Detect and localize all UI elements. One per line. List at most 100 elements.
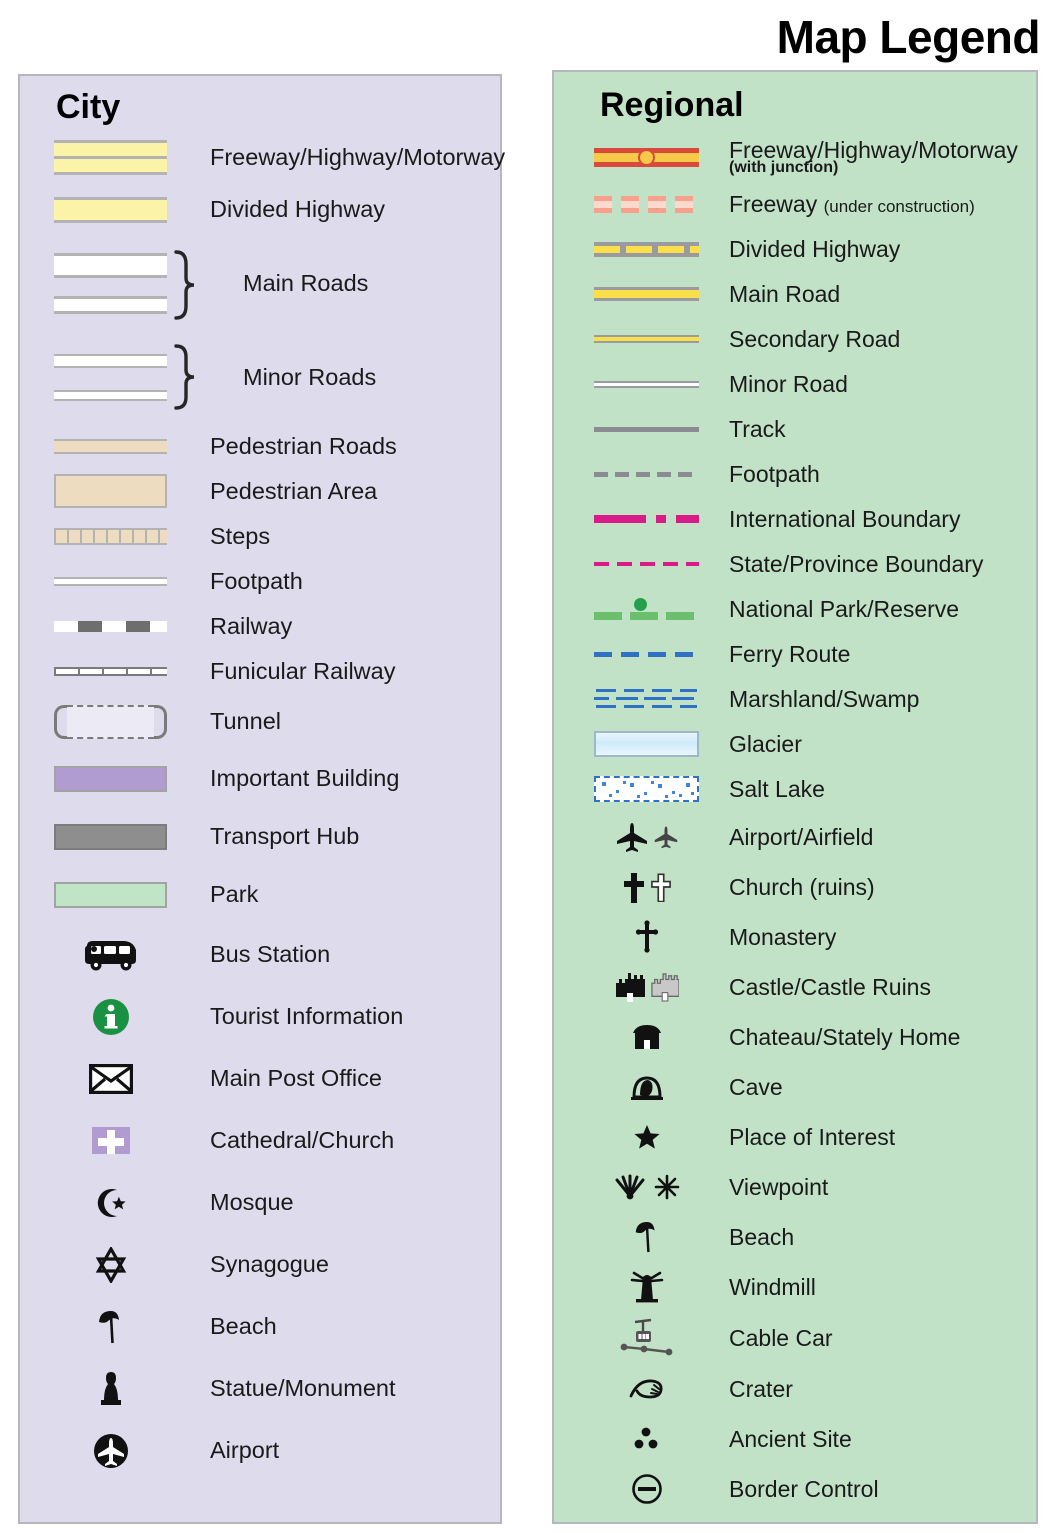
pedestrian-roads-swatch: [38, 438, 183, 454]
viewpoint-icon: [584, 1174, 709, 1200]
airport-airfield-icon: [584, 821, 709, 853]
legend-row: Tunnel: [20, 694, 500, 750]
legend-row: Synagogue: [20, 1234, 500, 1296]
legend-row: Track: [554, 407, 1036, 452]
beach-umbrella-icon: [584, 1219, 709, 1255]
legend-label: National Park/Reserve: [729, 596, 960, 623]
star-icon: [584, 1123, 709, 1151]
legend-row: Pedestrian Roads: [20, 424, 500, 469]
crater-icon: [584, 1376, 709, 1402]
important-building-swatch: [38, 765, 183, 792]
legend-label: Marshland/Swamp: [729, 686, 920, 713]
legend-label: Transport Hub: [210, 823, 360, 850]
legend-row: Main Post Office: [20, 1048, 500, 1110]
main-road-swatch: [584, 287, 709, 302]
legend-label: Divided Highway: [210, 196, 386, 223]
divided-highway-city-swatch: [38, 196, 183, 223]
track-swatch: [584, 426, 709, 432]
legend-label: Mosque: [210, 1189, 294, 1216]
regional-legend-panel: Regional Freeway/Highway/Motorway (with …: [552, 70, 1038, 1524]
ancient-site-icon: [584, 1426, 709, 1452]
park-swatch: [38, 881, 183, 908]
border-control-icon: [584, 1473, 709, 1505]
marshland-swamp-swatch: [584, 687, 709, 712]
monastery-cross-icon: [584, 920, 709, 954]
legend-label: Track: [729, 416, 786, 443]
legend-row: Church (ruins): [554, 862, 1036, 912]
legend-row: Monastery: [554, 912, 1036, 962]
legend-row: Beach: [554, 1212, 1036, 1262]
legend-row: Ancient Site: [554, 1414, 1036, 1464]
page-title: Map Legend: [776, 11, 1041, 63]
legend-row: Chateau/Stately Home: [554, 1012, 1036, 1062]
legend-label: Statue/Monument: [210, 1375, 396, 1402]
legend-label: Airport/Airfield: [729, 823, 874, 850]
mosque-crescent-icon: [38, 1185, 183, 1221]
legend-label: Pedestrian Roads: [210, 432, 397, 459]
legend-row: Divided Highway: [20, 184, 500, 236]
legend-label: Castle/Castle Ruins: [729, 973, 931, 1000]
legend-label: Chateau/Stately Home: [729, 1023, 961, 1050]
legend-row: Footpath: [20, 559, 500, 604]
legend-label: Cave: [729, 1073, 783, 1100]
freeway-under-construction-swatch: [584, 195, 709, 213]
legend-label: Airport: [210, 1437, 280, 1464]
legend-label: Place of Interest: [729, 1123, 896, 1150]
city-legend-list: Freeway/Highway/Motorway Divided Highway: [20, 126, 505, 1482]
legend-row: Freeway/Highway/Motorway (with junction): [554, 134, 1036, 182]
tourist-information-icon: [38, 997, 183, 1037]
legend-row: Railway: [20, 604, 500, 649]
legend-row: Funicular Railway: [20, 649, 500, 694]
legend-label: Crater: [729, 1375, 793, 1402]
legend-row: Tourist Information: [20, 986, 500, 1048]
legend-row: Park: [20, 866, 500, 924]
legend-label: Beach: [210, 1313, 277, 1340]
legend-row: Main Roads: [20, 236, 500, 332]
legend-row: Cave: [554, 1062, 1036, 1112]
legend-row: Transport Hub: [20, 808, 500, 866]
legend-row: Minor Roads: [20, 332, 500, 424]
legend-row: Ferry Route: [554, 632, 1036, 677]
legend-row: Statue/Monument: [20, 1358, 500, 1420]
legend-label: Minor Road: [729, 371, 848, 398]
legend-row: Glacier: [554, 722, 1036, 767]
legend-label: Freeway/Highway/Motorway: [210, 144, 506, 171]
legend-row: Salt Lake: [554, 767, 1036, 812]
legend-label: Salt Lake: [729, 776, 825, 803]
castle-icon: [584, 971, 709, 1003]
legend-row: Place of Interest: [554, 1112, 1036, 1162]
legend-row: Footpath: [554, 452, 1036, 497]
legend-row: Airport/Airfield: [554, 812, 1036, 862]
legend-label: Bus Station: [210, 941, 331, 968]
statue-monument-icon: [38, 1370, 183, 1408]
national-park-swatch: [584, 598, 709, 621]
legend-label: Secondary Road: [729, 326, 901, 353]
legend-label: Railway: [210, 612, 293, 639]
legend-label: Main Road: [729, 281, 841, 308]
legend-label: Beach: [729, 1223, 795, 1250]
beach-umbrella-icon: [38, 1308, 183, 1346]
legend-row: Viewpoint: [554, 1162, 1036, 1212]
city-heading: City: [56, 88, 121, 126]
tunnel-swatch: [38, 704, 183, 739]
legend-row: Border Control: [554, 1464, 1036, 1514]
ferry-route-swatch: [584, 651, 709, 657]
brace-icon: [172, 343, 198, 415]
map-legend-page: Map Legend City Freeway/Highway/Motorway…: [0, 0, 1050, 1533]
legend-label: Minor Roads: [243, 364, 377, 391]
legend-row: Crater: [554, 1364, 1036, 1414]
legend-label: Steps: [210, 522, 271, 549]
legend-label: Viewpoint: [729, 1173, 829, 1200]
legend-row: Beach: [20, 1296, 500, 1358]
cave-icon: [584, 1073, 709, 1101]
freeway-junction-swatch: [584, 148, 709, 168]
glacier-swatch: [584, 731, 709, 758]
legend-row: Freeway (under construction): [554, 182, 1036, 227]
legend-label: Freeway: [729, 191, 824, 218]
secondary-road-swatch: [584, 335, 709, 344]
legend-label: Footpath: [210, 567, 303, 594]
steps-swatch: [38, 527, 183, 545]
footpath-regional-swatch: [584, 471, 709, 477]
legend-row: Airport: [20, 1420, 500, 1482]
legend-label: Important Building: [210, 765, 400, 792]
